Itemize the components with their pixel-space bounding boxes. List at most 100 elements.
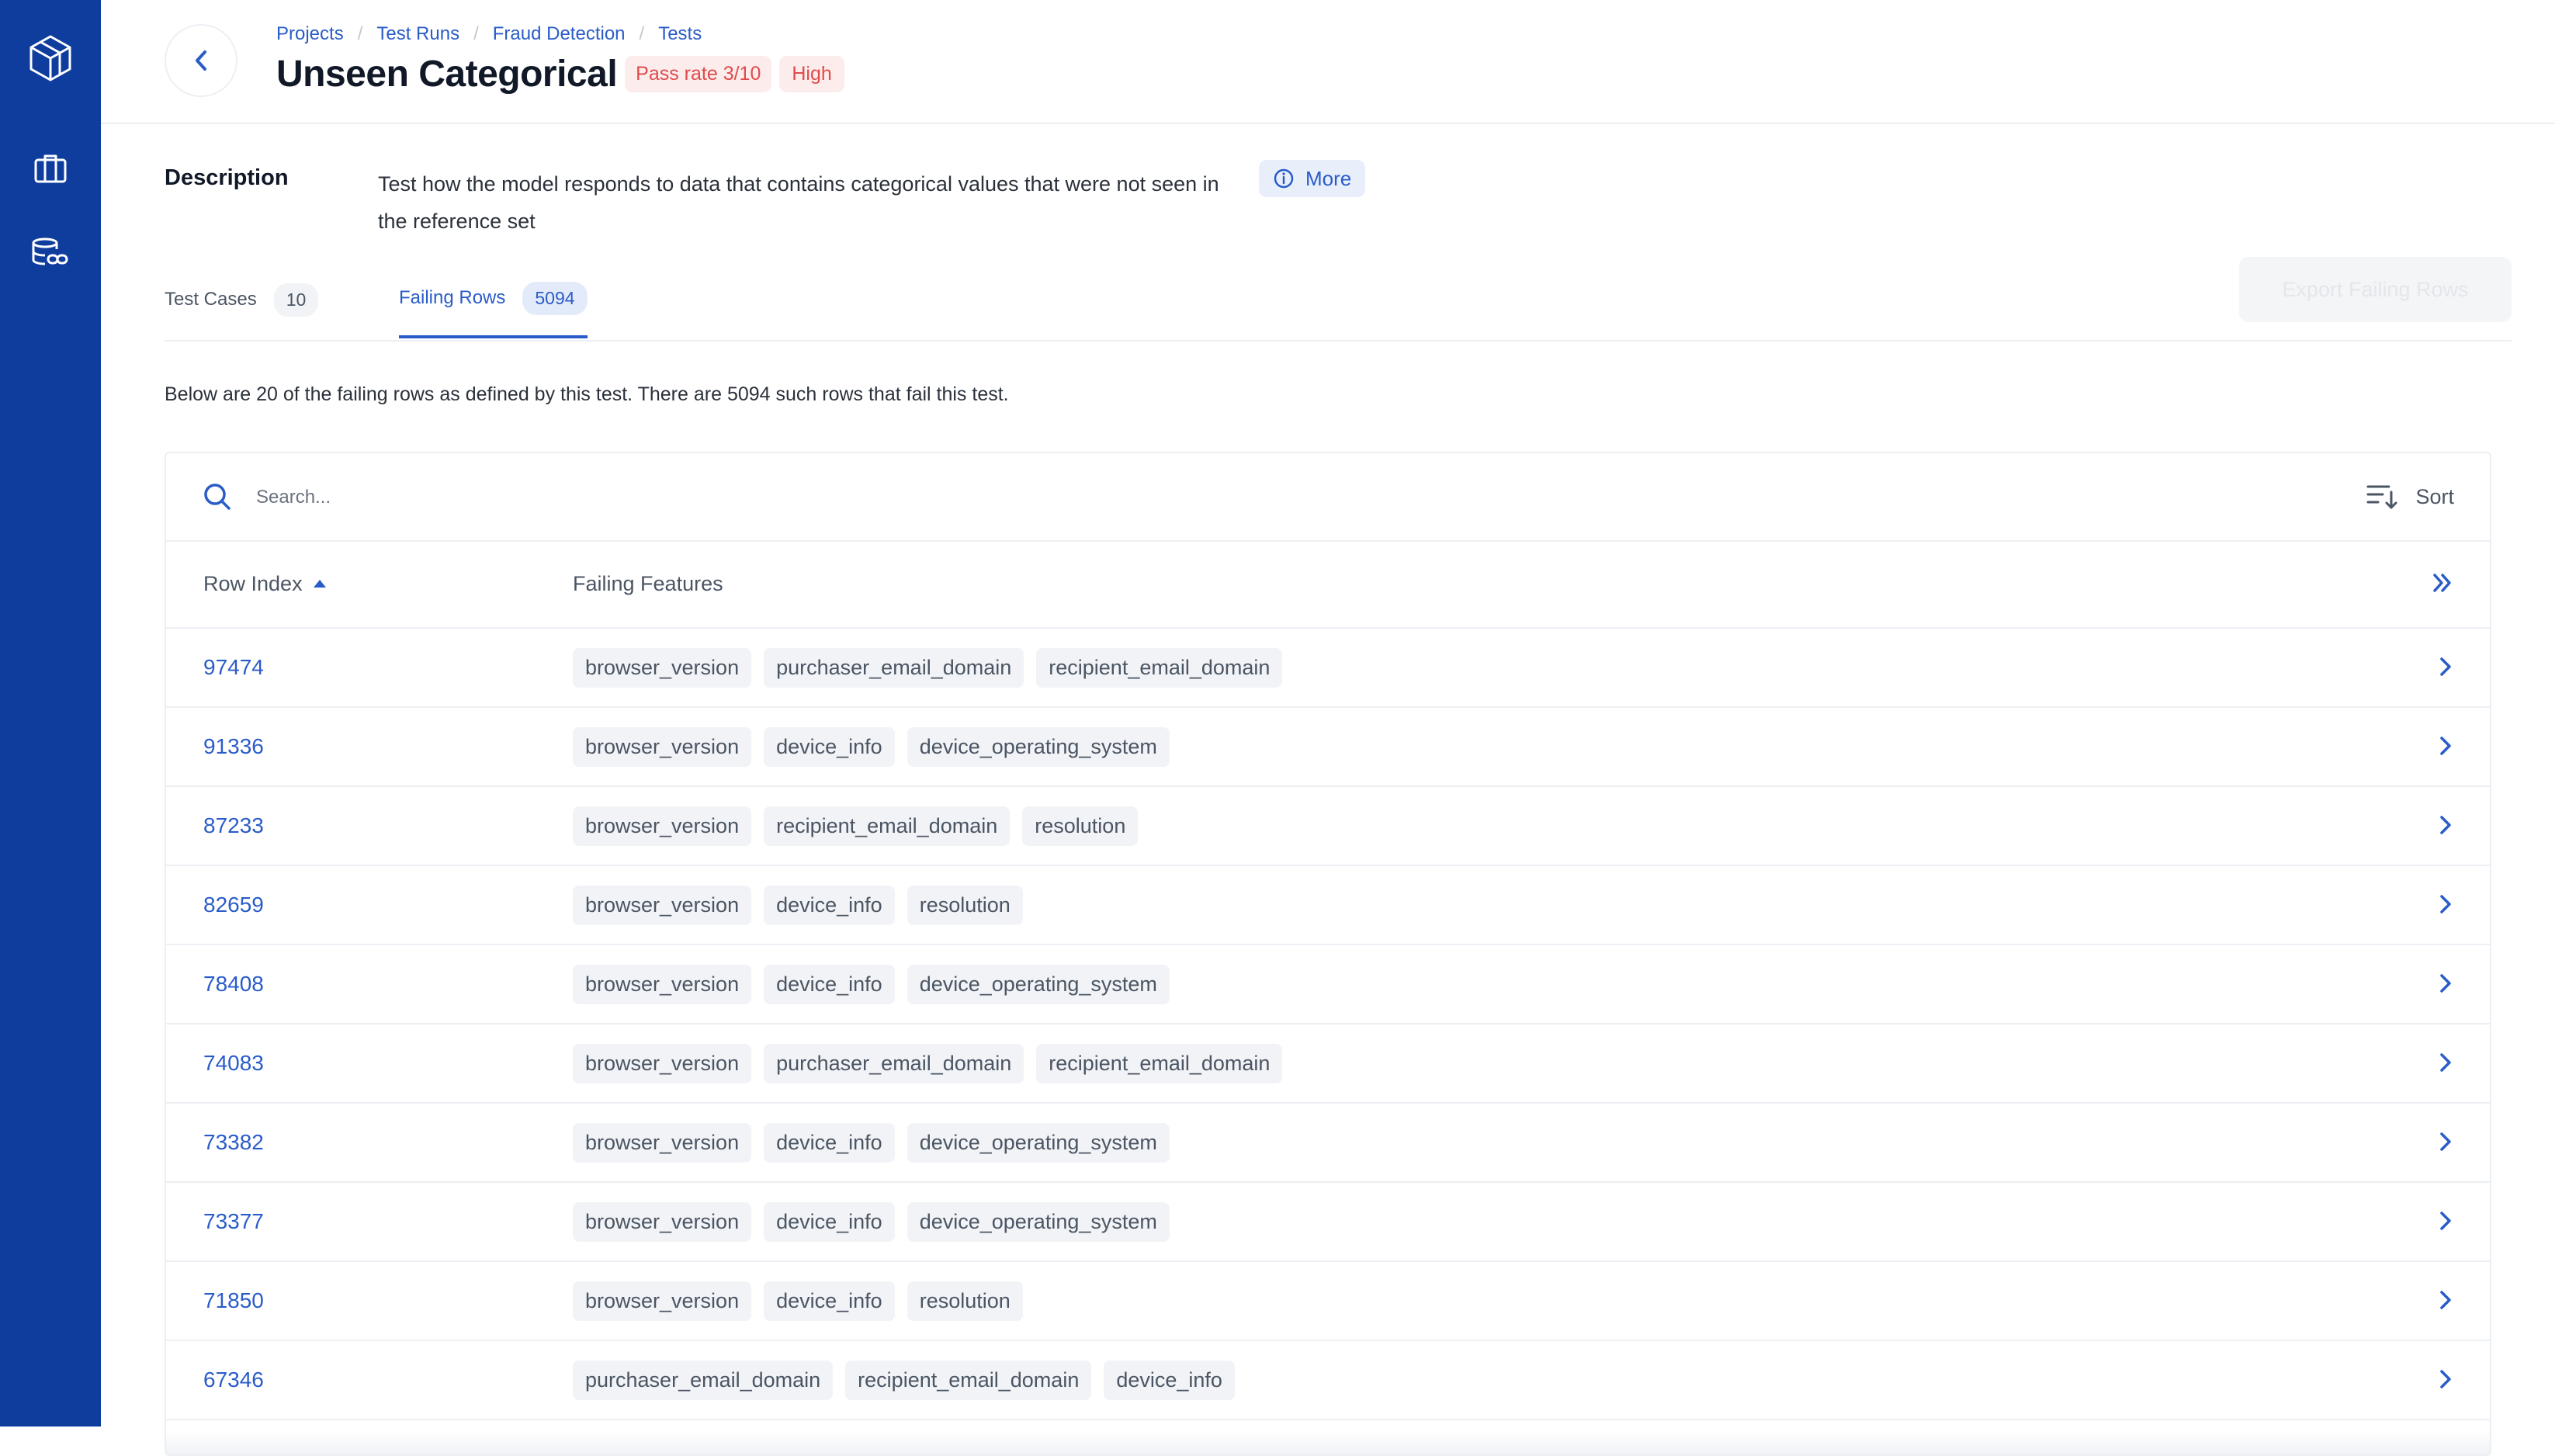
row-index-link[interactable]: 78408: [203, 945, 264, 1023]
briefcase-icon[interactable]: [0, 149, 101, 188]
table-row[interactable]: 87233 browser_version recipient_email_doma…: [166, 787, 2490, 866]
feature-chip: browser_version: [573, 885, 752, 925]
chevron-right-icon[interactable]: [2437, 813, 2454, 841]
feature-chip: resolution: [1022, 806, 1139, 846]
export-failing-rows-button[interactable]: Export Failing Rows: [2239, 257, 2512, 322]
table-row[interactable]: 91336 browser_version device_info device_op…: [166, 708, 2490, 787]
scroll-fade: [166, 1431, 2490, 1454]
chevron-right-icon[interactable]: [2437, 1368, 2454, 1395]
failing-features-list: browser_version purchaser_email_domain rec…: [573, 629, 1295, 706]
feature-chip: device_operating_system: [907, 1122, 1170, 1163]
column-header-failing-features: Failing Features: [573, 571, 723, 595]
feature-chip: device_operating_system: [907, 1201, 1170, 1242]
breadcrumb-test-runs[interactable]: Test Runs: [376, 23, 459, 45]
tab-label: Failing Rows: [399, 287, 506, 308]
sort-asc-icon: [313, 580, 326, 588]
double-chevron-right-icon[interactable]: [2431, 571, 2454, 598]
chevron-right-icon[interactable]: [2437, 1051, 2454, 1078]
severity-badge: High: [779, 56, 844, 92]
feature-chip: device_info: [764, 1281, 895, 1321]
table-row[interactable]: 67346 purchaser_email_domain recipient_ema…: [166, 1341, 2490, 1420]
chevron-right-icon[interactable]: [2437, 893, 2454, 920]
table-row[interactable]: 78408 browser_version device_info device_op…: [166, 945, 2490, 1024]
breadcrumb-separator: /: [473, 23, 479, 44]
table-row[interactable]: 71850 browser_version device_info resolutio…: [166, 1262, 2490, 1341]
chevron-right-icon[interactable]: [2437, 734, 2454, 761]
chevron-right-icon[interactable]: [2437, 1288, 2454, 1316]
feature-chip: resolution: [907, 1281, 1023, 1321]
feature-chip: browser_version: [573, 726, 752, 767]
search-bar: Sort: [166, 453, 2490, 542]
chevron-right-icon[interactable]: [2437, 655, 2454, 682]
chevron-right-icon[interactable]: [2437, 1130, 2454, 1157]
breadcrumb-fraud-detection[interactable]: Fraud Detection: [493, 23, 626, 45]
failing-features-list: browser_version recipient_email_domain res…: [573, 787, 1150, 865]
row-index-link[interactable]: 73377: [203, 1183, 264, 1260]
column-label: Row Index: [203, 571, 303, 595]
feature-chip: recipient_email_domain: [1036, 1043, 1283, 1083]
tab-bar: Test Cases 10 Failing Rows 5094: [165, 261, 2512, 341]
table-row[interactable]: 73382 browser_version device_info device_op…: [166, 1104, 2490, 1183]
sort-button[interactable]: Sort: [2366, 475, 2454, 518]
breadcrumb-separator: /: [639, 23, 645, 44]
description-text: Test how the model responds to data that…: [378, 172, 1219, 233]
feature-chip: recipient_email_domain: [764, 806, 1011, 846]
search-icon: [202, 481, 233, 516]
failing-features-list: browser_version device_info resolution: [573, 1262, 1035, 1340]
breadcrumb-separator: /: [357, 23, 363, 44]
row-index-link[interactable]: 87233: [203, 787, 264, 865]
feature-chip: browser_version: [573, 1281, 752, 1321]
failing-features-list: browser_version device_info device_operati…: [573, 708, 1182, 785]
failing-features-list: browser_version device_info device_operati…: [573, 945, 1182, 1023]
breadcrumb-projects[interactable]: Projects: [276, 23, 344, 45]
feature-chip: resolution: [907, 885, 1023, 925]
chevron-right-icon[interactable]: [2437, 1209, 2454, 1236]
row-index-link[interactable]: 74083: [203, 1024, 264, 1102]
feature-chip: device_operating_system: [907, 726, 1170, 767]
failing-features-list: purchaser_email_domain recipient_email_do…: [573, 1341, 1247, 1419]
feature-chip: purchaser_email_domain: [764, 647, 1024, 688]
search-input[interactable]: [255, 477, 1422, 518]
more-button[interactable]: More: [1259, 160, 1366, 197]
cube-logo-icon[interactable]: [0, 31, 101, 85]
row-index-link[interactable]: 73382: [203, 1104, 264, 1181]
row-index-link[interactable]: 91336: [203, 708, 264, 785]
title-row: Unseen Categorical Pass rate 3/10 High: [276, 53, 844, 95]
failing-rows-summary: Below are 20 of the failing rows as defi…: [165, 383, 1009, 405]
feature-chip: purchaser_email_domain: [573, 1360, 834, 1400]
feature-chip: browser_version: [573, 806, 752, 846]
table-header: Row Index Failing Features: [166, 540, 2490, 629]
tab-label: Test Cases: [165, 289, 257, 310]
description-label: Description: [165, 165, 289, 190]
feature-chip: browser_version: [573, 1201, 752, 1242]
feature-chip: browser_version: [573, 1122, 752, 1163]
tab-failing-rows[interactable]: Failing Rows 5094: [399, 261, 588, 338]
back-button[interactable]: [165, 24, 237, 97]
chevron-right-icon[interactable]: [2437, 972, 2454, 999]
feature-chip: device_info: [1104, 1360, 1235, 1400]
failing-features-list: browser_version device_info device_operati…: [573, 1183, 1182, 1260]
row-index-link[interactable]: 97474: [203, 629, 264, 706]
table-row[interactable]: 82659 browser_version device_info resolutio…: [166, 866, 2490, 945]
table-row[interactable]: 97474 browser_version purchaser_email_doma…: [166, 629, 2490, 708]
table-row[interactable]: 74083 browser_version purchaser_email_doma…: [166, 1024, 2490, 1104]
breadcrumb-tests[interactable]: Tests: [658, 23, 702, 45]
feature-chip: browser_version: [573, 964, 752, 1004]
page-header: Projects / Test Runs / Fraud Detection /…: [101, 0, 2555, 124]
row-index-link[interactable]: 82659: [203, 866, 264, 944]
page-title: Unseen Categorical: [276, 54, 618, 95]
table-row[interactable]: 73377 browser_version device_info device_op…: [166, 1183, 2490, 1262]
feature-chip: device_info: [764, 1122, 895, 1163]
row-index-link[interactable]: 67346: [203, 1341, 264, 1419]
sort-label: Sort: [2415, 484, 2454, 508]
table-body: 97474 browser_version purchaser_email_doma…: [166, 629, 2490, 1420]
failing-features-list: browser_version device_info device_operati…: [573, 1104, 1182, 1181]
database-link-icon[interactable]: [0, 233, 101, 272]
main-content: Projects / Test Runs / Fraud Detection /…: [101, 0, 2555, 1456]
feature-chip: browser_version: [573, 1043, 752, 1083]
feature-chip: device_info: [764, 726, 895, 767]
column-header-row-index[interactable]: Row Index: [203, 540, 328, 627]
tab-test-cases[interactable]: Test Cases 10: [165, 261, 319, 338]
row-index-link[interactable]: 71850: [203, 1262, 264, 1340]
failing-features-list: browser_version device_info resolution: [573, 866, 1035, 944]
